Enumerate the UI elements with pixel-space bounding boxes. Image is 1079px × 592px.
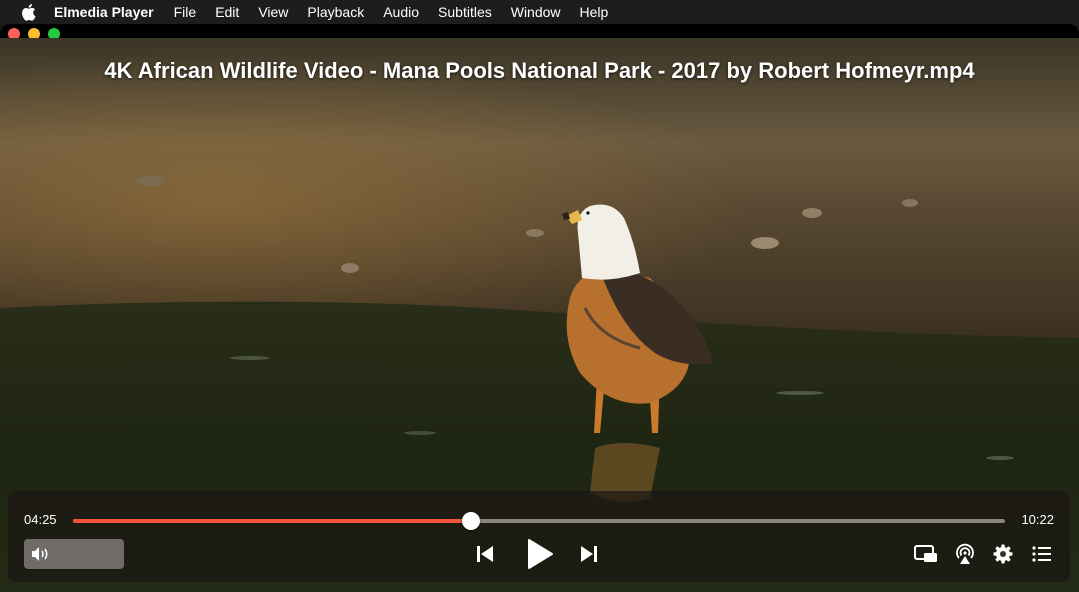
skip-previous-icon bbox=[477, 546, 493, 562]
airplay-button[interactable] bbox=[954, 543, 976, 570]
menu-audio[interactable]: Audio bbox=[383, 4, 419, 20]
settings-button[interactable] bbox=[993, 544, 1013, 569]
skip-next-icon bbox=[581, 546, 597, 562]
app-name-menu[interactable]: Elmedia Player bbox=[54, 4, 154, 20]
speaker-volume-icon bbox=[32, 547, 48, 561]
playlist-icon bbox=[1032, 546, 1051, 562]
next-button[interactable] bbox=[579, 545, 599, 568]
menu-bar: Elmedia Player File Edit View Playback A… bbox=[0, 0, 1079, 24]
volume-control[interactable] bbox=[24, 539, 124, 569]
picture-in-picture-button[interactable] bbox=[914, 545, 938, 568]
apple-logo-icon[interactable] bbox=[20, 3, 36, 21]
player-controls: 04:25 10:22 bbox=[8, 491, 1070, 582]
menu-edit[interactable]: Edit bbox=[215, 4, 239, 20]
player-window: 4K African Wildlife Video - Mana Pools N… bbox=[0, 24, 1079, 592]
play-button[interactable] bbox=[526, 538, 554, 575]
menu-subtitles[interactable]: Subtitles bbox=[438, 4, 492, 20]
progress-fill bbox=[73, 519, 471, 523]
menu-view[interactable]: View bbox=[258, 4, 288, 20]
menu-help[interactable]: Help bbox=[580, 4, 609, 20]
playlist-button[interactable] bbox=[1032, 546, 1052, 567]
video-title: 4K African Wildlife Video - Mana Pools N… bbox=[104, 58, 975, 83]
play-icon bbox=[528, 539, 553, 569]
previous-button[interactable] bbox=[475, 545, 495, 568]
airplay-icon bbox=[956, 543, 974, 564]
picture-in-picture-icon bbox=[914, 545, 937, 562]
total-time: 10:22 bbox=[1021, 512, 1054, 527]
progress-thumb[interactable] bbox=[461, 512, 480, 530]
menu-window[interactable]: Window bbox=[511, 4, 561, 20]
menu-file[interactable]: File bbox=[174, 4, 197, 20]
menu-playback[interactable]: Playback bbox=[307, 4, 364, 20]
current-time: 04:25 bbox=[24, 512, 57, 527]
gear-icon bbox=[993, 544, 1013, 564]
progress-track[interactable] bbox=[73, 512, 1005, 530]
